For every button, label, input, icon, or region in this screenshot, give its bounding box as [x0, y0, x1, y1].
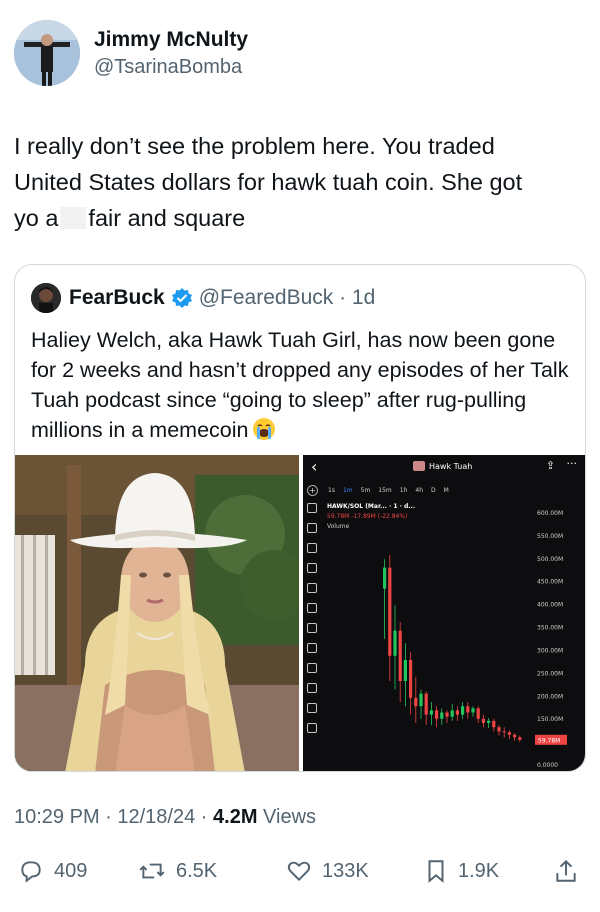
like-count: 133K [322, 859, 369, 882]
tweet-text-fragment: yo a [14, 205, 59, 231]
candle-body [440, 712, 444, 719]
repost-icon [139, 863, 165, 879]
tweet-text-line: United States dollars for hawk tuah coin… [14, 169, 523, 195]
candle-body [383, 567, 387, 589]
quoted-tweet-media[interactable]: ‹ Hawk Tuah ⇪ ··· + 1s 1m 5m 15m 1h 4h D M [15, 455, 585, 771]
y-tick-label: 550.00M [537, 533, 563, 540]
like-icon [287, 861, 311, 882]
quoted-tweet[interactable]: FearBuck @FearedBuck · 1d Haliey Welch, … [14, 264, 586, 772]
reply-count: 409 [54, 859, 88, 882]
y-tick-label: 500.00M [537, 556, 563, 563]
candlestick-chart: 600.00M 550.00M 500.00M 450.00M 400.00M 350.0… [383, 510, 567, 769]
author-avatar[interactable] [14, 20, 80, 86]
candle-body [388, 567, 392, 656]
y-tick-label: 250.00M [537, 670, 563, 677]
share-button[interactable] [554, 858, 588, 884]
repost-button[interactable]: 6.5K [138, 858, 217, 884]
candle-body [513, 734, 517, 738]
action-bar: 409 6.5K 133K 1.9K [14, 852, 586, 892]
candle-body [466, 706, 470, 713]
candle-body [461, 706, 465, 715]
y-tick-label: 600.00M [537, 510, 563, 517]
quoted-tweet-text-body: Haliey Welch, aka Hawk Tuah Girl, has no… [31, 328, 569, 442]
y-tick-label: 150.00M [537, 716, 563, 723]
chart-screenshot[interactable]: ‹ Hawk Tuah ⇪ ··· + 1s 1m 5m 15m 1h 4h D M [303, 455, 585, 771]
candle-body [487, 720, 491, 723]
quoted-author-name[interactable]: FearBuck [69, 286, 165, 310]
verified-icon [171, 288, 192, 308]
candle-body [393, 630, 397, 656]
candle-body [445, 712, 449, 717]
share-icon [556, 859, 576, 882]
quoted-tweet-text: Haliey Welch, aka Hawk Tuah Girl, has no… [31, 325, 571, 445]
candle-body [471, 708, 475, 713]
y-tick-label: 0.0000 [537, 762, 558, 769]
tweet-text: I really don’t see the problem here. You… [14, 128, 586, 236]
candle-body [403, 660, 407, 681]
bookmark-count: 1.9K [458, 859, 500, 882]
tweet-text-fragment: fair and square [88, 205, 246, 231]
quoted-tweet-header: FearBuck @FearedBuck · 1d [31, 283, 375, 313]
tweet-timestamp: 10:29 PM · 12/18/24 · 4.2M Views [14, 806, 316, 829]
candle-body [476, 708, 480, 719]
candle-body [419, 693, 423, 707]
candle-body [518, 737, 522, 740]
candle-body [492, 720, 496, 728]
y-tick-label: 400.00M [537, 602, 563, 609]
candle-body [414, 697, 418, 707]
candle-body [429, 710, 433, 715]
candle-body [497, 727, 501, 732]
views-label: Views [257, 806, 317, 828]
author-display-name[interactable]: Jimmy McNulty [94, 28, 248, 52]
quoted-author-avatar[interactable] [31, 283, 61, 313]
candle-body [507, 732, 511, 735]
candle-body [409, 660, 413, 698]
candle-body [424, 693, 428, 715]
censor-block [60, 207, 87, 229]
tweet-text-line: yo a fair and square [14, 200, 586, 236]
candle-body [502, 731, 506, 733]
candle-body [435, 710, 439, 719]
candle-body [450, 710, 454, 717]
current-price-label: 59.78M [538, 737, 560, 744]
candle-body [455, 710, 459, 715]
y-tick-label: 300.00M [537, 647, 563, 654]
bookmark-icon [428, 860, 444, 883]
tweet-header: Jimmy McNulty @TsarinaBomba [14, 18, 248, 88]
views-count: 4.2M [213, 806, 258, 828]
reply-icon [21, 861, 41, 883]
like-button[interactable]: 133K [286, 858, 369, 884]
repost-count: 6.5K [176, 859, 218, 882]
crying-emoji-icon [253, 418, 276, 440]
tweet-time[interactable]: 10:29 PM · 12/18/24 · [14, 806, 213, 828]
y-tick-label: 350.00M [537, 625, 563, 632]
author-handle[interactable]: @TsarinaBomba [94, 56, 248, 79]
photo-woman-cowboy-hat[interactable] [15, 455, 299, 771]
y-tick-label: 200.00M [537, 693, 563, 700]
bookmark-button[interactable]: 1.9K [424, 858, 499, 884]
candle-body [481, 718, 485, 723]
tweet-text-line: I really don’t see the problem here. You… [14, 133, 495, 159]
quoted-author-handle-time[interactable]: @FearedBuck · 1d [199, 286, 376, 310]
candle-body [398, 630, 402, 681]
y-tick-label: 450.00M [537, 579, 563, 586]
reply-button[interactable]: 409 [18, 858, 87, 884]
